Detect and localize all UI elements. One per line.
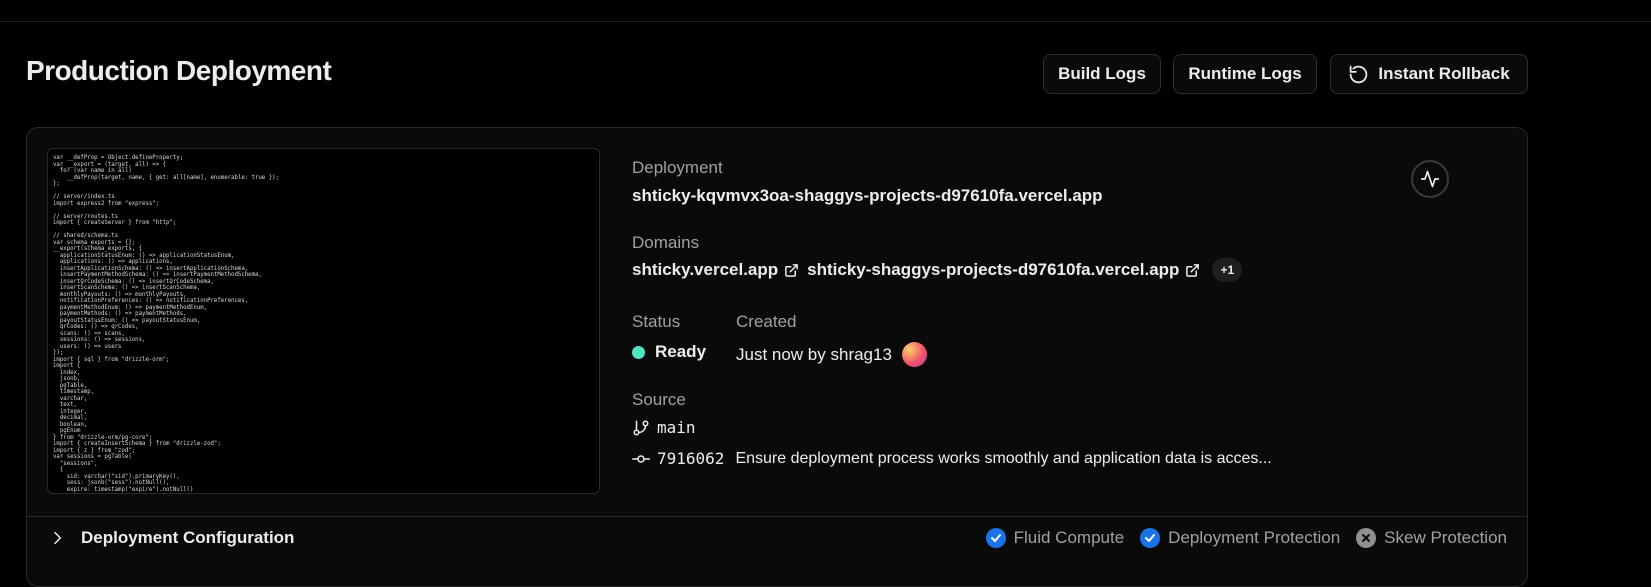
deployment-card: var __defProp = Object.defineProperty; v… xyxy=(26,127,1528,587)
instant-rollback-button[interactable]: Instant Rollback xyxy=(1330,54,1528,94)
external-link-icon xyxy=(785,263,799,277)
domain-link[interactable]: shticky-shaggys-projects-d97610fa.vercel… xyxy=(807,260,1200,280)
feature-label: Skew Protection xyxy=(1384,528,1507,547)
source-label: Source xyxy=(632,390,686,409)
source-branch[interactable]: main xyxy=(632,418,696,437)
created-info: Just now by shrag13 xyxy=(736,342,927,367)
feature-list: Fluid Compute Deployment Protection Skew… xyxy=(985,528,1507,548)
commit-message: Ensure deployment process works smoothly… xyxy=(735,449,1272,467)
domain-text: shticky.vercel.app xyxy=(632,260,779,279)
external-link-icon xyxy=(1186,263,1200,277)
build-logs-label: Build Logs xyxy=(1058,64,1146,83)
branch-name: main xyxy=(657,418,696,437)
chevron-right-icon xyxy=(54,531,62,545)
feature-label: Deployment Protection xyxy=(1168,528,1341,547)
deployment-configuration-label: Deployment Configuration xyxy=(81,528,295,547)
more-domains-badge[interactable]: +1 xyxy=(1212,258,1243,282)
git-commit-icon xyxy=(632,454,650,463)
status-value: Ready xyxy=(655,342,707,361)
check-circle-icon xyxy=(985,528,1006,548)
created-label: Created xyxy=(736,312,797,331)
status-dot-icon xyxy=(632,345,645,359)
feature-label: Fluid Compute xyxy=(1013,528,1125,547)
status-badge: Ready xyxy=(632,342,706,362)
deployment-label: Deployment xyxy=(632,158,723,177)
avatar[interactable] xyxy=(901,342,927,367)
feature-deployment-protection: Deployment Protection xyxy=(1140,528,1340,548)
top-divider xyxy=(0,21,1651,22)
x-circle-icon xyxy=(1356,528,1377,548)
rotate-ccw-icon xyxy=(1350,65,1368,83)
deployment-configuration-toggle[interactable]: Deployment Configuration xyxy=(49,528,294,548)
created-value: Just now by shrag13 xyxy=(736,344,892,364)
status-label: Status xyxy=(632,312,681,331)
feature-skew-protection: Skew Protection xyxy=(1356,528,1507,548)
runtime-logs-label: Runtime Logs xyxy=(1188,64,1302,83)
domains-list: shticky.vercel.app shticky-shaggys-proje… xyxy=(632,258,1243,282)
domain-link[interactable]: shticky.vercel.app xyxy=(632,260,799,280)
domain-text: shticky-shaggys-projects-d97610fa.vercel… xyxy=(807,260,1180,279)
source-commit[interactable]: 7916062 Ensure deployment process works … xyxy=(632,449,1272,468)
deployment-preview[interactable]: var __defProp = Object.defineProperty; v… xyxy=(47,148,600,494)
commit-sha: 7916062 xyxy=(657,449,725,468)
feature-fluid-compute: Fluid Compute xyxy=(985,528,1125,548)
instant-rollback-label: Instant Rollback xyxy=(1378,64,1510,83)
check-circle-icon xyxy=(1140,528,1161,548)
card-divider xyxy=(27,516,1527,517)
build-logs-button[interactable]: Build Logs xyxy=(1043,54,1161,94)
preview-code: var __defProp = Object.defineProperty; v… xyxy=(53,155,279,493)
page-title: Production Deployment xyxy=(26,55,332,86)
activity-icon xyxy=(1420,170,1440,188)
domains-label: Domains xyxy=(632,233,700,252)
activity-button[interactable] xyxy=(1411,160,1449,198)
runtime-logs-button[interactable]: Runtime Logs xyxy=(1173,54,1317,94)
git-branch-icon xyxy=(633,420,649,435)
deployment-url[interactable]: shticky-kqvmvx3oa-shaggys-projects-d9761… xyxy=(632,186,1103,206)
